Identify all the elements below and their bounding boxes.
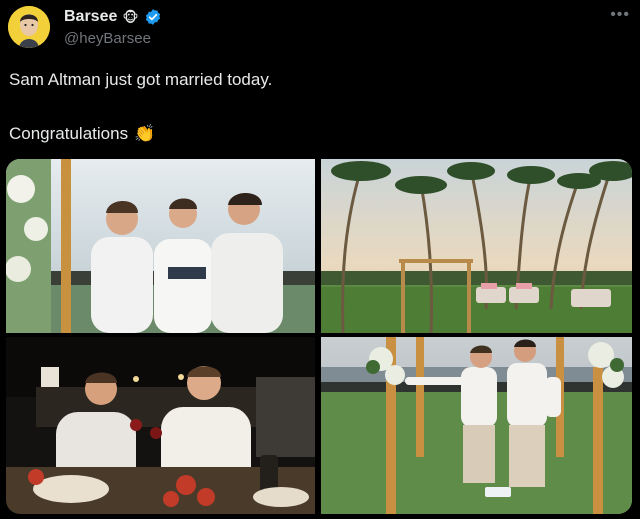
avatar[interactable] [8,6,50,48]
photo-dinner-toast[interactable] [6,337,315,514]
author-emoji: 🐵 [122,8,139,25]
avatar-image [8,6,50,48]
author-name[interactable]: Barsee [64,8,117,26]
clapping-hands-icon: 👏 [134,124,156,143]
photo-palm-venue[interactable] [321,159,632,333]
tweet-text-line1: Sam Altman just got married today. [9,70,273,89]
photo-glass-stomp[interactable] [321,337,632,514]
more-dots-icon[interactable]: ••• [610,6,630,24]
author-row: Barsee 🐵 [64,8,162,26]
verified-badge-icon [144,8,162,26]
photo-ceremony-three-men[interactable] [6,159,315,333]
author-handle[interactable]: @heyBarsee [64,30,151,47]
photo-grid[interactable] [6,159,632,514]
tweet-text-line2: Congratulations [9,124,129,143]
